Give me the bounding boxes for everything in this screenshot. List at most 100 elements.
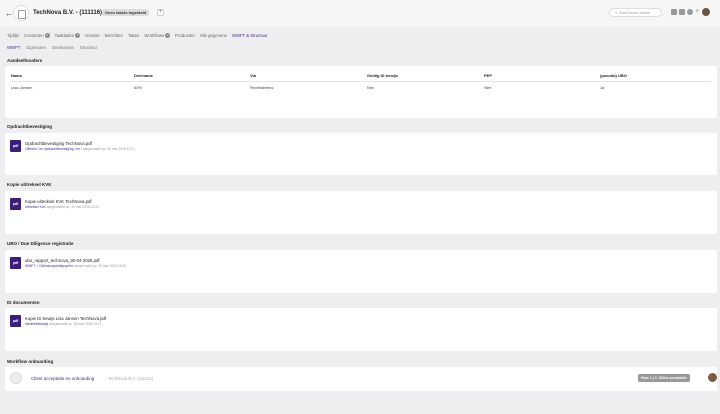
subtab-structuur[interactable]: Structuur <box>80 45 97 50</box>
table-cell: Ja <box>600 85 605 90</box>
table-cell: Nee <box>367 85 375 90</box>
tab-contacten[interactable]: Contacten 3 <box>24 33 50 38</box>
tab-label: Alle gegevens <box>199 33 227 38</box>
pdf-icon: pdf <box>10 257 21 269</box>
tab-label: Taken <box>127 33 140 38</box>
tab-workflows[interactable]: Workflows 2 <box>144 33 171 38</box>
column-header: (pseudo) UBO <box>600 71 711 82</box>
search-icon: ⌕ <box>615 10 618 15</box>
user-avatar[interactable] <box>701 7 711 17</box>
subtab-wwft[interactable]: WWFT <box>7 45 20 50</box>
table-header-row: Naam Deelname Via Geldig ID bewijs PEP (… <box>11 71 711 82</box>
file-created: aangemaakt op: 30 mar 2026 13:21 <box>49 322 102 326</box>
assignee-avatar[interactable] <box>707 372 718 383</box>
file-meta: WWFT > Cliëntacceptatiepsynes aangemaakt… <box>25 264 126 268</box>
subtab-deelnames[interactable]: Deelnames <box>52 45 74 50</box>
tab-label: Dossier <box>85 33 100 38</box>
tab-dossier[interactable]: Dossier <box>85 33 100 38</box>
file-created: aangemaakt op: 30 mar 2026 13:21 <box>82 147 135 151</box>
document-card: pdf Kopie ID bewijs Lisa Jansen TechNova… <box>5 308 717 351</box>
shareholders-card: Naam Deelname Via Geldig ID bewijs PEP (… <box>5 66 717 118</box>
document-file[interactable]: pdf ubo_rapport_technova_30-04-2026.pdf … <box>10 257 126 269</box>
file-name[interactable]: Kopie ID bewijs Lisa Jansen TechNova.pdf <box>25 316 106 321</box>
column-header: Geldig ID bewijs <box>367 71 484 82</box>
column-header: Deelname <box>134 71 250 82</box>
file-created: aangemaakt op: 30 mar 2026 13:45 <box>73 264 127 268</box>
company-logo <box>13 5 29 21</box>
tab-label: Taakladen <box>54 33 75 38</box>
file-path[interactable]: Uittreksel KvK <box>25 205 46 209</box>
file-path[interactable]: Identiteitsbewijs <box>25 322 48 326</box>
pdf-icon: pdf <box>10 140 21 152</box>
file-meta: Offertes / en opdrachtbevestiging / en /… <box>25 147 135 151</box>
document-file[interactable]: pdf Kopie uittreksel KVK TechNova.pdf Ui… <box>10 198 99 210</box>
file-path[interactable]: WWFT > Cliëntacceptatiepsynes <box>25 264 73 268</box>
table-cell: Nee <box>484 85 492 90</box>
document-card: pdf Kopie uittreksel KVK TechNova.pdf Ui… <box>5 191 717 234</box>
file-path[interactable]: Offertes / en opdrachtbevestiging / en / <box>25 147 82 151</box>
tab-label: Berichten <box>104 33 123 38</box>
tab-label: Workflows <box>144 33 165 38</box>
document-card: pdf Opdrachtbevestiging TechNova.pdf Off… <box>5 133 717 175</box>
tab-label: WWFT & Structuur <box>231 33 268 38</box>
tab-label: Contacten <box>24 33 44 38</box>
file-name[interactable]: Opdrachtbevestiging TechNova.pdf <box>25 141 135 146</box>
tab-count-badge: 2 <box>165 33 171 38</box>
table-cell: 60% <box>134 85 143 90</box>
tab-label: Tijdlijn <box>7 33 20 38</box>
section-title-kvk: Kopie uittreksel KVK <box>7 182 52 187</box>
add-label-button[interactable]: + <box>157 9 164 16</box>
add-icon[interactable]: + <box>695 8 699 15</box>
search-input[interactable]: ⌕ Zoek binnen relatie <box>609 8 662 17</box>
document-file[interactable]: pdf Opdrachtbevestiging TechNova.pdf Off… <box>10 140 135 152</box>
pdf-icon: pdf <box>10 315 21 327</box>
file-meta: Uittreksel KvK aangemaakt op: 30 mar 202… <box>25 205 99 209</box>
section-title-shareholders: Aandeelhouders <box>7 58 43 63</box>
workflow-avatar <box>10 372 22 384</box>
page-title: TechNova B.V. - (111116) <box>33 10 103 16</box>
tab-count-badge: 6 <box>75 33 81 38</box>
pdf-icon: pdf <box>10 198 21 210</box>
section-title-opdrachtbevestiging: Opdrachtbevestiging <box>7 124 53 129</box>
tab-taken[interactable]: Taken <box>128 33 139 38</box>
workflow-title[interactable]: Cliënt acceptatie en onboarding <box>31 376 94 381</box>
shareholders-table: Naam Deelname Via Geldig ID bewijs PEP (… <box>11 71 711 93</box>
workflow-card[interactable]: Cliënt acceptatie en onboarding TechNova… <box>5 367 718 391</box>
tab-tijdlijn[interactable]: Tijdlijn <box>7 33 19 38</box>
back-arrow-icon[interactable]: ← <box>5 9 13 18</box>
file-name[interactable]: ubo_rapport_technova_30-04-2026.pdf <box>25 258 126 263</box>
section-title-ubo: UBO / Due Diligence registratie <box>7 241 74 246</box>
column-header: Naam <box>11 71 134 82</box>
workflow-phase-badge: Fase 1 | 1. Cliënt acceptatie <box>638 374 690 382</box>
table-cell: Lisa Jansen <box>11 85 33 90</box>
edit-icon[interactable] <box>671 9 677 15</box>
column-header: Via <box>250 71 367 82</box>
section-title-workflow: Workflow onboarding <box>7 359 54 364</box>
tab-taakladen[interactable]: Taakladen 6 <box>55 33 81 38</box>
search-placeholder: Zoek binnen relatie <box>619 11 650 15</box>
top-bar: ← TechNova B.V. - (111116) Geen labels i… <box>0 0 720 27</box>
file-created: aangemaakt op: 30 mar 2026 13:20 <box>46 205 99 209</box>
info-icon[interactable] <box>687 9 693 15</box>
tab-alle-gegevens[interactable]: Alle gegevens <box>200 33 227 38</box>
section-title-id-documents: ID documenten <box>7 300 40 305</box>
tab-producten[interactable]: Producten <box>175 33 195 38</box>
mail-icon[interactable] <box>679 9 685 15</box>
table-row[interactable]: Lisa Jansen 60% Rechtstreeks Nee Nee Ja <box>11 82 711 94</box>
workflow-company: TechNova B.V. (111116) <box>108 376 154 381</box>
file-meta: Identiteitsbewijs aangemaakt op: 30 mar … <box>25 322 106 326</box>
tab-label: Producten <box>175 33 195 38</box>
document-card: pdf ubo_rapport_technova_30-04-2026.pdf … <box>5 250 717 293</box>
subtab-eigenaren[interactable]: Eigenaren <box>26 45 46 50</box>
file-name[interactable]: Kopie uittreksel KVK TechNova.pdf <box>25 199 99 204</box>
tab-berichten[interactable]: Berichten <box>105 33 123 38</box>
sub-tabs: WWFT Eigenaren Deelnames Structuur <box>7 45 103 50</box>
tab-wwft-structuur[interactable]: WWFT & Structuur <box>232 33 268 38</box>
tab-count-badge: 3 <box>44 33 50 38</box>
main-tabs: Tijdlijn Contacten 3 Taakladen 6 Dossier B… <box>7 33 273 38</box>
document-file[interactable]: pdf Kopie ID bewijs Lisa Jansen TechNova… <box>10 315 106 327</box>
table-cell: Rechtstreeks <box>250 85 274 90</box>
toolbar-icons: + <box>671 8 699 15</box>
label-badge[interactable]: Geen labels ingesteld <box>102 9 150 16</box>
column-header: PEP <box>484 71 600 82</box>
